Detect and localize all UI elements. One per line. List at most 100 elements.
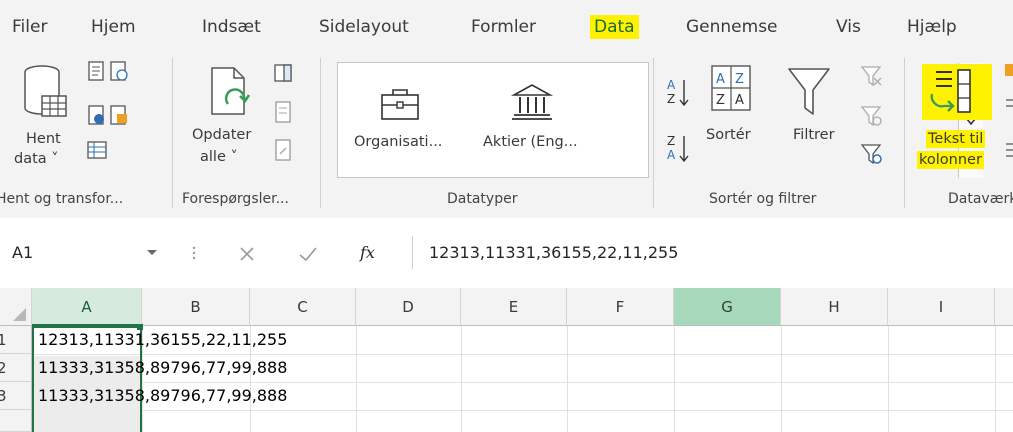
refresh-label-1: Opdater [192, 127, 252, 143]
reapply-filter-icon[interactable] [860, 104, 884, 128]
group-label-datatypes: Datatyper [447, 191, 518, 207]
select-all-triangle-icon [13, 308, 26, 321]
row-number: 3 [0, 387, 7, 405]
tab-hjem[interactable]: Hjem [91, 17, 136, 37]
cell-a1[interactable]: 12313,11331,36155,22,11,255 [38, 326, 287, 354]
filter-label: Filtrer [793, 127, 835, 143]
tab-vis[interactable]: Vis [836, 17, 861, 37]
sort-dialog-icon: A Z Z A [711, 65, 751, 111]
row-header-2[interactable]: 2 [0, 354, 32, 382]
organisation-label: Organisati... [354, 134, 443, 150]
from-text-icon[interactable] [86, 60, 108, 84]
gridline [461, 326, 462, 432]
refresh-label-2: alle ˅ [200, 149, 238, 165]
column-header-c[interactable]: C [250, 288, 356, 326]
refresh-icon [211, 67, 251, 115]
tab-filer[interactable]: Filer [12, 17, 47, 37]
sort-label: Sortér [706, 127, 751, 143]
recent-sources-icon[interactable] [108, 60, 130, 84]
gridline [888, 326, 889, 432]
tab-hjaelp[interactable]: Hjælp [907, 17, 957, 37]
group-separator [904, 58, 905, 208]
text-to-columns-label-1: Tekst til [926, 130, 986, 148]
row-number: 1 [0, 331, 7, 349]
tab-gennemse[interactable]: Gennemse [686, 17, 778, 37]
column-header-f[interactable]: F [567, 288, 674, 326]
stocks-label: Aktier (Eng... [483, 134, 578, 150]
group-label-queries: Forespørgsler... [182, 191, 289, 207]
ribbon-tabs: Filer Hjem Indsæt Sidelayout Formler Dat… [0, 0, 1013, 48]
group-separator [653, 58, 654, 208]
svg-text:Z: Z [735, 72, 744, 87]
name-box-value: A1 [12, 243, 34, 262]
formula-value: 12313,11331,36155,22,11,255 [429, 243, 679, 262]
properties-icon[interactable] [272, 100, 294, 126]
insert-function-icon[interactable]: fx [360, 236, 375, 269]
cancel-icon[interactable] [238, 245, 256, 263]
svg-text:Z: Z [667, 92, 675, 106]
name-box-dropdown-icon[interactable] [146, 248, 158, 258]
tab-data[interactable]: Data [590, 15, 639, 39]
svg-text:Z: Z [716, 93, 725, 108]
ribbon: Hent data ˅ Opdater alle ˅ Organisati...… [0, 48, 1013, 219]
column-header-h[interactable]: H [781, 288, 888, 326]
column-header-g[interactable]: G [674, 288, 781, 326]
data-tools-more-icon[interactable] [1002, 60, 1013, 170]
row-header-3[interactable]: 3 [0, 382, 32, 410]
database-icon [24, 65, 67, 117]
text-to-columns-icon [922, 64, 992, 120]
cell-a3[interactable]: 11333,31358,89796,77,99,888 [38, 382, 287, 410]
cell-a2[interactable]: 11333,31358,89796,77,99,888 [38, 354, 287, 382]
existing-connections-icon[interactable] [108, 104, 130, 128]
column-header-partial[interactable] [995, 288, 1013, 326]
from-web-icon[interactable] [86, 104, 108, 128]
group-separator [320, 58, 321, 208]
sort-descending-icon[interactable]: Z A [666, 132, 690, 164]
name-box[interactable]: A1 [0, 236, 170, 269]
group-separator [172, 58, 173, 208]
column-header-e[interactable]: E [461, 288, 567, 326]
queries-pane-icon[interactable] [272, 62, 294, 84]
column-header-i[interactable]: I [888, 288, 995, 326]
gridline [356, 326, 357, 432]
svg-text:A: A [716, 72, 725, 87]
svg-text:A: A [667, 78, 676, 92]
bank-icon [510, 84, 554, 120]
funnel-icon [788, 68, 830, 115]
enter-check-icon[interactable] [298, 245, 318, 263]
tab-indsaet[interactable]: Indsæt [202, 17, 261, 37]
sort-ascending-icon[interactable]: A Z [666, 76, 690, 108]
group-label-data-tools: Dataværk [948, 191, 1013, 207]
row-header-4[interactable] [0, 410, 32, 432]
column-header-d[interactable]: D [356, 288, 461, 326]
svg-text:A: A [667, 148, 676, 162]
row-header-1[interactable]: 1 [0, 326, 32, 354]
briefcase-icon [381, 89, 419, 120]
worksheet-grid: A B C D E F G H I 1 2 3 12313,11331,3615… [0, 288, 1013, 432]
advanced-filter-icon[interactable] [860, 142, 884, 166]
gridline [995, 326, 996, 432]
get-data-label-1: Hent [26, 131, 61, 147]
gridline [781, 326, 782, 432]
gridline [674, 326, 675, 432]
formula-bar: A1 fx 12313,11331,36155,22,11,255 [0, 218, 1013, 288]
group-label-sort-filter: Sortér og filtrer [709, 191, 817, 207]
select-all-corner[interactable] [0, 288, 32, 326]
tab-sidelayout[interactable]: Sidelayout [319, 17, 409, 37]
group-label-get-transform: Hent og transfor... [0, 191, 124, 207]
get-data-label-2: data ˅ [14, 151, 59, 167]
column-header-b[interactable]: B [142, 288, 250, 326]
row-number: 2 [0, 359, 7, 377]
tab-formler[interactable]: Formler [471, 17, 536, 37]
svg-text:A: A [735, 93, 744, 108]
clear-filter-icon[interactable] [860, 64, 884, 88]
text-to-columns-label-2: kolonner [917, 151, 984, 169]
from-table-icon[interactable] [86, 138, 108, 162]
gridline [567, 326, 568, 432]
formula-input[interactable]: 12313,11331,36155,22,11,255 [412, 236, 1013, 269]
gridline [32, 410, 1013, 411]
datatypes-gallery: Organisati... Aktier (Eng... [337, 62, 983, 178]
svg-text:Z: Z [667, 134, 675, 148]
edit-links-icon[interactable] [272, 138, 294, 164]
column-header-a[interactable]: A [32, 288, 142, 326]
